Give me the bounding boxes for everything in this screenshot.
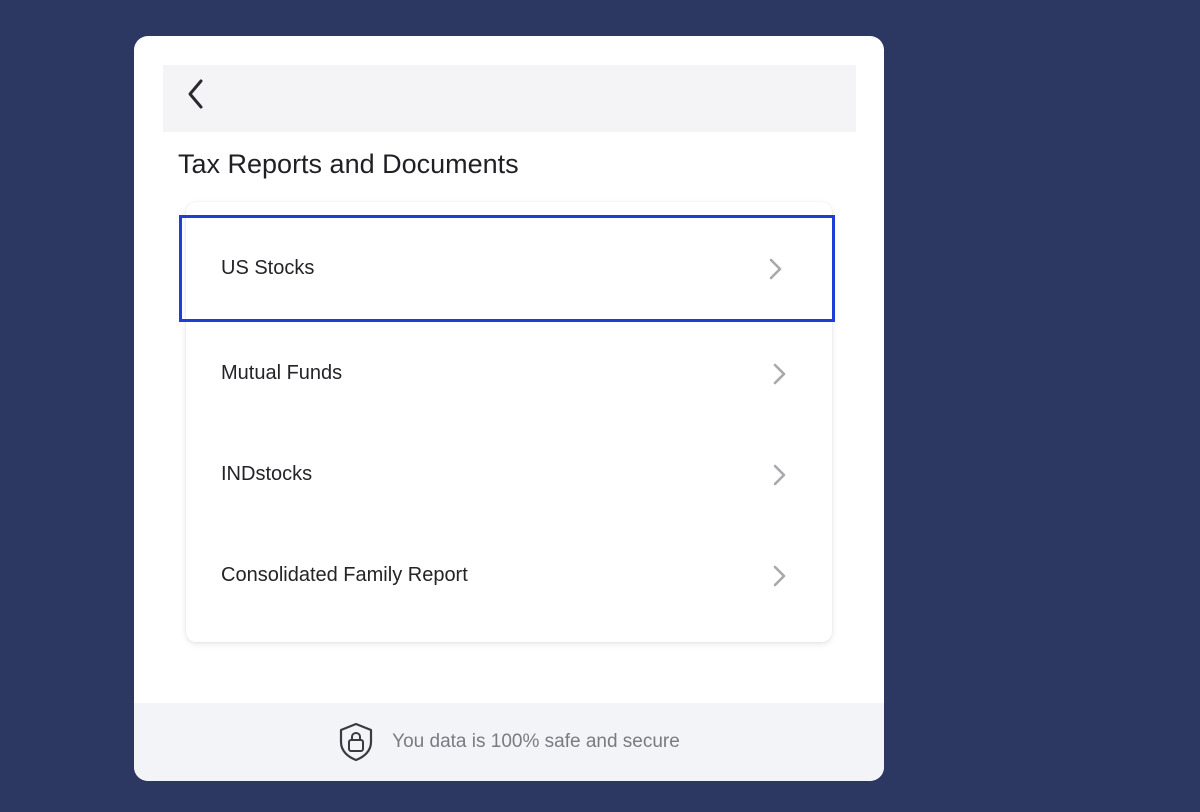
shield-lock-icon	[340, 722, 373, 762]
list-item-label: Consolidated Family Report	[221, 564, 468, 586]
top-bar	[163, 65, 856, 132]
chevron-right-icon	[766, 258, 784, 280]
chevron-right-icon	[770, 363, 788, 385]
list-item-label: US Stocks	[221, 257, 315, 279]
list-item-label: INDstocks	[221, 463, 313, 485]
chevron-left-icon	[188, 79, 203, 109]
tax-reports-card: Tax Reports and Documents US Stocks Mutu…	[134, 36, 884, 781]
back-button[interactable]	[178, 76, 214, 112]
list-item-us-stocks[interactable]: US Stocks	[179, 215, 835, 322]
security-footer: You data is 100% safe and secure	[134, 703, 884, 781]
secure-message: You data is 100% safe and secure	[392, 731, 680, 752]
list-item-label: Mutual Funds	[221, 362, 343, 384]
chevron-right-icon	[770, 565, 788, 587]
page-title: Tax Reports and Documents	[178, 149, 519, 179]
list-item-mutual-funds[interactable]: Mutual Funds	[186, 323, 832, 424]
chevron-right-icon	[770, 464, 788, 486]
list-item-consolidated-family-report[interactable]: Consolidated Family Report	[186, 525, 832, 626]
list-item-indstocks[interactable]: INDstocks	[186, 424, 832, 525]
report-list: US Stocks Mutual Funds INDstocks Consoli…	[179, 202, 835, 642]
